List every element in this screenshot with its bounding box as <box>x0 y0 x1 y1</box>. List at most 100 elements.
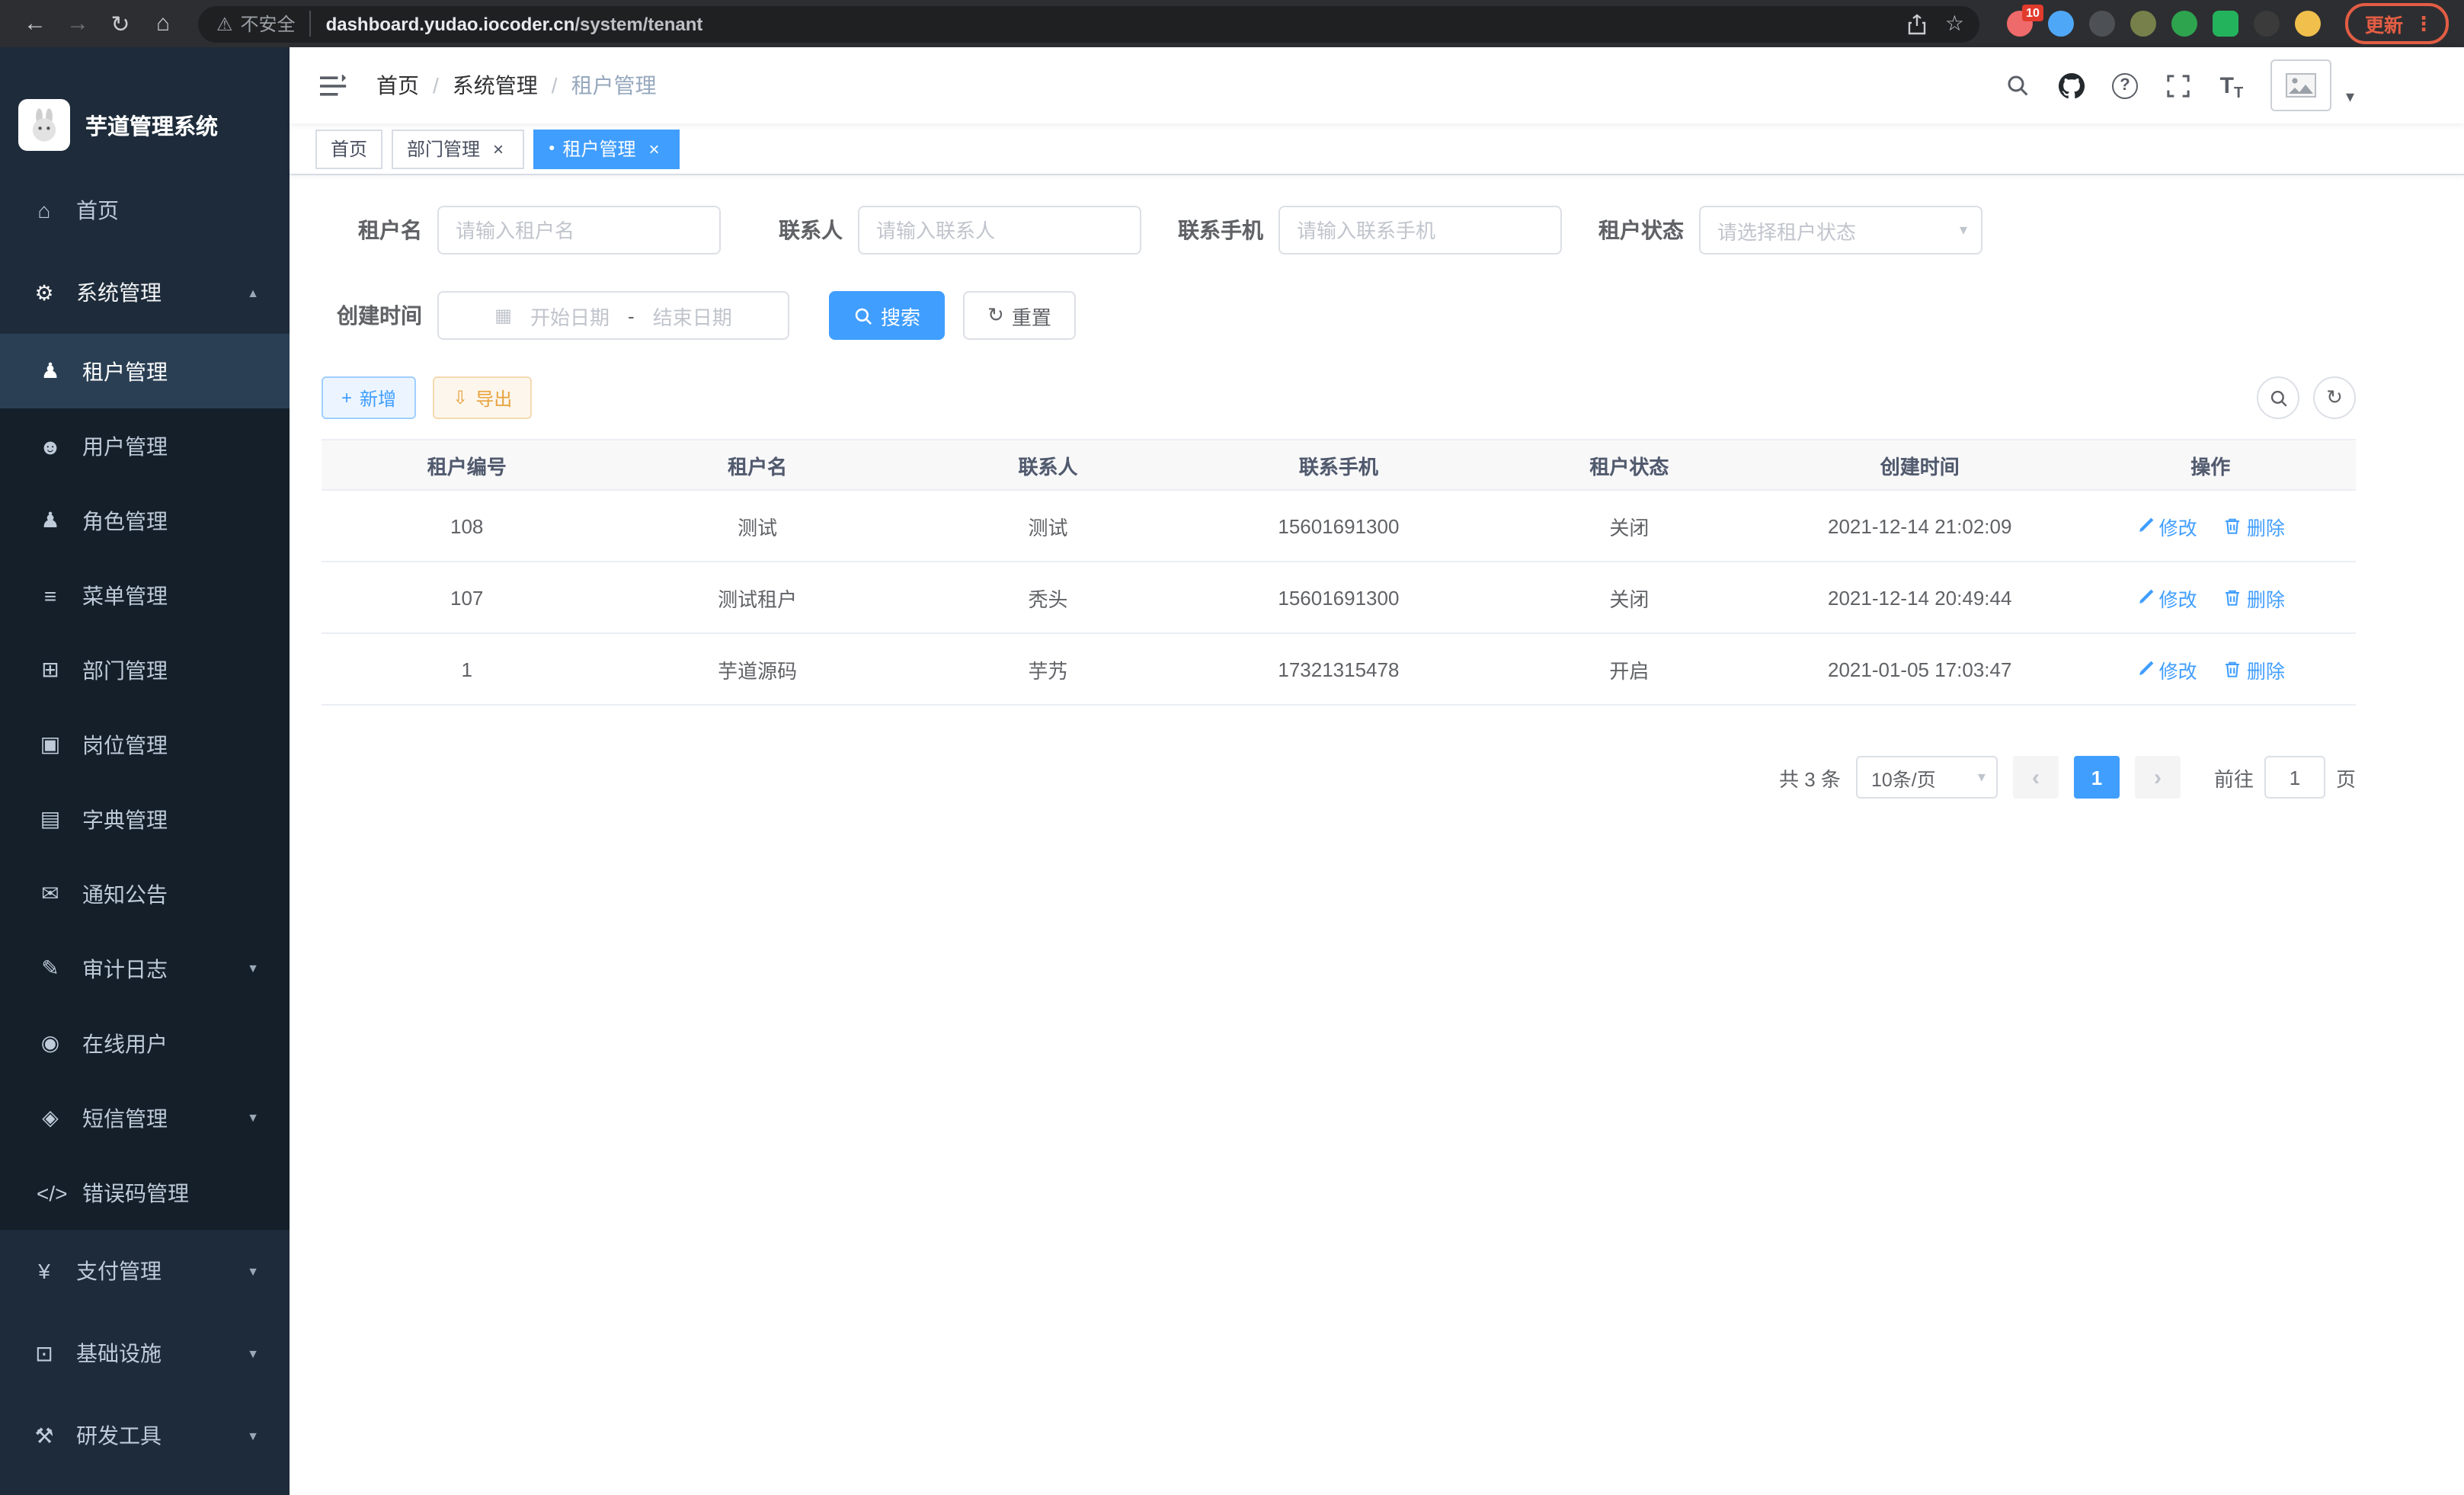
tab-department-management[interactable]: 部门管理 × <box>392 129 524 168</box>
back-icon[interactable]: ← <box>15 4 55 43</box>
table-row: 108 测试 测试 15601691300 关闭 2021-12-14 21:0… <box>322 490 2356 562</box>
sidebar-item-label: 系统管理 <box>76 277 162 308</box>
extension-icon-3[interactable] <box>2089 11 2115 37</box>
phone-label: 联系手机 <box>1163 215 1263 245</box>
date-range-picker[interactable]: ▦ 开始日期 - 结束日期 <box>437 291 789 340</box>
add-button-label: 新增 <box>360 385 396 411</box>
add-button[interactable]: + 新增 <box>322 376 416 419</box>
sidebar-item-label: 用户管理 <box>82 431 168 461</box>
close-icon[interactable]: × <box>644 138 665 159</box>
extension-icon-2[interactable] <box>2048 11 2074 37</box>
share-icon[interactable] <box>1904 7 1931 40</box>
sidebar-item-home[interactable]: ⌂ 首页 <box>0 169 290 251</box>
browser-home-icon[interactable]: ⌂ <box>143 4 183 43</box>
edit-link[interactable]: 修改 <box>2136 511 2197 540</box>
extension-badge: 10 <box>2022 5 2043 21</box>
goto-page-input[interactable] <box>2264 756 2325 799</box>
sidebar-item-audit-log[interactable]: ✎ 审计日志 ▼ <box>0 931 290 1006</box>
sidebar-item-system-management[interactable]: ⚙ 系统管理 ▲ <box>0 251 290 334</box>
page-number-1[interactable]: 1 <box>2074 756 2120 799</box>
sidebar-item-dev-tools[interactable]: ⚒ 研发工具 ▼ <box>0 1394 290 1477</box>
page-size-select[interactable]: 10条/页 ▾ <box>1856 756 1998 799</box>
reload-icon[interactable]: ↻ <box>101 4 140 43</box>
user-avatar[interactable] <box>2271 59 2332 111</box>
search-button-label: 搜索 <box>881 301 920 330</box>
gear-icon: ⚙ <box>30 280 58 306</box>
url-path: /system/tenant <box>574 13 702 34</box>
extension-icon-5[interactable] <box>2171 11 2197 37</box>
chevron-down-icon: ▼ <box>247 1264 259 1278</box>
search-button[interactable]: 搜索 <box>829 291 945 340</box>
font-size-icon[interactable]: TT <box>2218 69 2245 102</box>
fullscreen-icon[interactable] <box>2165 69 2192 102</box>
sidebar-item-payment-management[interactable]: ¥ 支付管理 ▼ <box>0 1230 290 1312</box>
github-icon[interactable] <box>2058 69 2085 102</box>
profile-avatar[interactable] <box>2295 11 2321 37</box>
browser-menu-icon[interactable]: ⋮ <box>2414 11 2434 36</box>
caret-down-icon[interactable]: ▾ <box>2346 87 2354 107</box>
close-icon[interactable]: × <box>488 138 509 159</box>
prev-page-button[interactable]: ‹ <box>2013 756 2059 799</box>
sidebar-item-online-users[interactable]: ◉ 在线用户 <box>0 1006 290 1080</box>
security-label: 不安全 <box>241 11 296 37</box>
bookmark-star-icon[interactable]: ☆ <box>1945 11 1964 37</box>
delete-link[interactable]: 删除 <box>2224 511 2285 540</box>
help-icon[interactable]: ? <box>2111 69 2139 102</box>
sidebar-item-dictionary-management[interactable]: ▤ 字典管理 <box>0 782 290 856</box>
contact-input[interactable] <box>858 206 1141 255</box>
refresh-table-button[interactable]: ↻ <box>2313 376 2356 419</box>
download-icon: ⇩ <box>453 387 468 408</box>
tab-tenant-management[interactable]: ● 租户管理 × <box>533 129 680 168</box>
edit-link[interactable]: 修改 <box>2136 655 2197 683</box>
edit-icon <box>2136 517 2155 535</box>
tab-home[interactable]: 首页 <box>315 129 382 168</box>
breadcrumb-current: 租户管理 <box>571 70 657 101</box>
sidebar-item-department-management[interactable]: ⊞ 部门管理 <box>0 632 290 707</box>
address-bar[interactable]: ⚠ 不安全 dashboard.yudao.iocoder.cn/system/… <box>198 5 1979 42</box>
sidebar-item-infrastructure[interactable]: ⊡ 基础设施 ▼ <box>0 1312 290 1394</box>
status-select-placeholder: 请选择租户状态 <box>1717 216 1856 245</box>
sidebar-item-sms-management[interactable]: ◈ 短信管理 ▼ <box>0 1080 290 1155</box>
search-icon[interactable] <box>2005 69 2032 102</box>
edit-link[interactable]: 修改 <box>2136 583 2197 612</box>
next-page-button[interactable]: › <box>2135 756 2181 799</box>
chevron-down-icon: ▼ <box>247 962 259 975</box>
forward-icon[interactable]: → <box>58 4 98 43</box>
extension-icon-7[interactable] <box>2254 11 2280 37</box>
warning-icon: ⚠ <box>216 13 233 34</box>
cell-actions: 修改 删除 <box>2065 490 2356 562</box>
sidebar-item-role-management[interactable]: ♟ 角色管理 <box>0 483 290 558</box>
export-button[interactable]: ⇩ 导出 <box>433 376 532 419</box>
refresh-icon: ↻ <box>2326 386 2343 410</box>
sidebar-logo-row[interactable]: 芋道管理系统 <box>0 47 290 169</box>
sidebar-item-announcements[interactable]: ✉ 通知公告 <box>0 856 290 931</box>
security-chip[interactable]: ⚠ 不安全 <box>216 11 311 37</box>
reset-button[interactable]: ↻ 重置 <box>963 291 1076 340</box>
toggle-search-button[interactable] <box>2257 376 2299 419</box>
tenant-name-input[interactable] <box>437 206 721 255</box>
browser-update-button[interactable]: 更新 ⋮ <box>2345 3 2449 44</box>
post-badge-icon: ▣ <box>37 731 64 757</box>
extension-icon-4[interactable] <box>2130 11 2156 37</box>
breadcrumb-system[interactable]: 系统管理 <box>453 70 538 101</box>
cell-status: 关闭 <box>1484 490 1774 562</box>
phone-input[interactable] <box>1278 206 1562 255</box>
cell-actions: 修改 删除 <box>2065 562 2356 633</box>
sidebar-item-tenant-management[interactable]: ♟ 租户管理 <box>0 334 290 408</box>
sidebar-item-post-management[interactable]: ▣ 岗位管理 <box>0 707 290 782</box>
error-code-icon: </> <box>37 1180 64 1205</box>
delete-link[interactable]: 删除 <box>2224 655 2285 683</box>
sidebar-item-menu-management[interactable]: ≡ 菜单管理 <box>0 558 290 632</box>
cell-contact: 芋艿 <box>903 633 1193 705</box>
hamburger-icon[interactable] <box>317 69 350 102</box>
goto-label: 前往 <box>2214 763 2254 792</box>
delete-link[interactable]: 删除 <box>2224 583 2285 612</box>
sidebar-item-user-management[interactable]: ☻ 用户管理 <box>0 408 290 483</box>
trash-icon <box>2224 660 2242 678</box>
breadcrumb-home[interactable]: 首页 <box>376 70 419 101</box>
calendar-icon: ▦ <box>494 305 512 326</box>
status-select[interactable]: 请选择租户状态 ▾ <box>1699 206 1982 255</box>
extension-icon-1[interactable]: 10 <box>2007 11 2033 37</box>
sidebar-item-error-code-management[interactable]: </> 错误码管理 <box>0 1155 290 1230</box>
extension-icon-6[interactable] <box>2213 11 2238 37</box>
